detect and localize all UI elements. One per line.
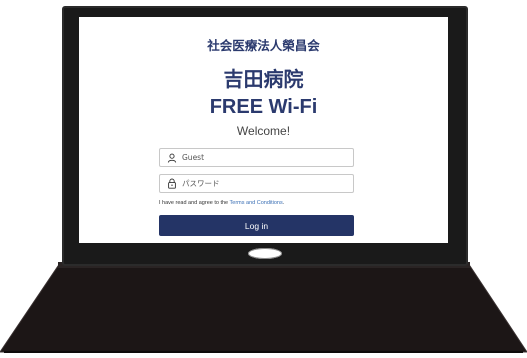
terms-suffix: . [282, 200, 285, 206]
user-icon [164, 149, 180, 166]
lock-icon [164, 175, 180, 192]
laptop-keyboard-deck [0, 265, 527, 353]
terms-link[interactable]: Terms and Conditions [230, 200, 283, 206]
password-field[interactable] [159, 174, 354, 193]
password-input[interactable] [180, 176, 347, 191]
login-button[interactable]: Log in [159, 215, 354, 236]
laptop-camera-notch [248, 248, 282, 259]
organization-name: 社会医療法人榮昌会 [207, 38, 320, 53]
username-input[interactable] [180, 150, 347, 165]
terms-prefix: I have read and agree to the [159, 200, 230, 206]
terms-notice: I have read and agree to the Terms and C… [159, 200, 284, 206]
wifi-title: FREE Wi-Fi [209, 96, 318, 118]
username-field[interactable] [159, 148, 354, 167]
laptop-screen: 社会医療法人榮昌会 吉田病院 FREE Wi-Fi Welcome! I hav… [79, 17, 448, 243]
welcome-text: Welcome! [236, 124, 291, 138]
hospital-name: 吉田病院 [223, 67, 304, 91]
